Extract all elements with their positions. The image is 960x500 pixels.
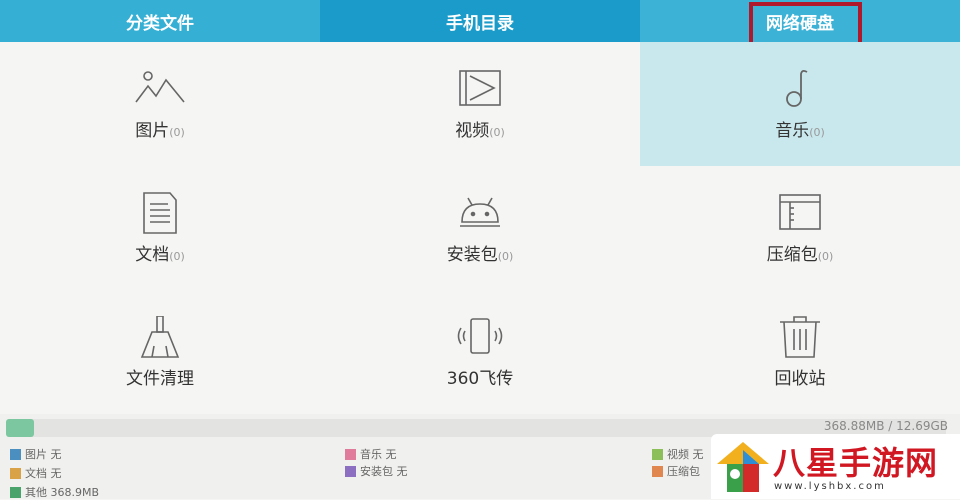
category-images[interactable]: 图片(0): [0, 42, 320, 166]
category-documents[interactable]: 文档(0): [0, 166, 320, 290]
category-videos[interactable]: 视频(0): [320, 42, 640, 166]
music-icon: [786, 69, 808, 107]
file-cleanup[interactable]: 文件清理: [0, 290, 320, 414]
category-label: 压缩包: [766, 245, 818, 265]
category-count: (0): [169, 126, 185, 139]
trash-icon: [780, 316, 820, 358]
category-label: 文档: [135, 245, 170, 265]
document-icon: [143, 192, 177, 234]
category-label: 回收站: [774, 369, 826, 389]
legend-item: 视频 无: [652, 446, 704, 462]
legend-swatch: [652, 448, 663, 460]
image-icon: [135, 71, 185, 103]
legend-item: 文档 无: [10, 465, 62, 481]
category-count: (0): [169, 250, 185, 263]
legend-item: 图片 无: [10, 446, 62, 462]
category-count: (0): [489, 126, 505, 139]
android-icon: [460, 197, 500, 227]
legend-item: 安装包 无: [345, 463, 408, 479]
category-apk[interactable]: 安装包(0): [320, 166, 640, 290]
archive-icon: [779, 194, 821, 230]
legend-swatch: [345, 465, 356, 477]
tab-categorized-files[interactable]: 分类文件: [0, 0, 320, 42]
broom-icon: [140, 316, 180, 358]
watermark-text: 八星手游网: [773, 444, 939, 482]
storage-capacity: 368.88MB / 12.69GB: [823, 419, 948, 433]
category-label: 音乐: [775, 121, 810, 141]
category-count: (0): [817, 250, 834, 263]
watermark-logo: 八星手游网 www.lyshbx.com: [711, 434, 960, 499]
transfer-360[interactable]: 360飞传: [320, 290, 640, 414]
storage-bar-fill: [6, 419, 35, 437]
category-music[interactable]: 音乐(0): [640, 42, 960, 166]
watermark-url: www.lyshbx.com: [774, 481, 886, 492]
logo-icon: [717, 442, 769, 492]
legend-swatch: [10, 448, 21, 460]
legend-swatch: [10, 467, 21, 479]
category-grid: 图片(0) 视频(0) 音乐(0) 文档(0) 安装包(0) 压缩包(0) 文件…: [0, 42, 960, 414]
legend-item: 音乐 无: [345, 446, 397, 462]
legend-swatch: [345, 448, 356, 460]
legend-item: 其他 368.9MB: [10, 484, 99, 500]
category-label: 文件清理: [126, 369, 194, 389]
legend-swatch: [10, 486, 21, 498]
tab-phone-directory[interactable]: 手机目录: [320, 0, 640, 42]
category-count: (0): [497, 250, 514, 263]
recycle-bin[interactable]: 回收站: [640, 290, 960, 414]
legend-item: 压缩包: [652, 463, 700, 479]
video-icon: [459, 70, 501, 106]
category-label: 安装包: [446, 245, 498, 265]
category-label: 360飞传: [446, 369, 514, 389]
legend-swatch: [652, 465, 663, 477]
category-label: 图片: [135, 121, 170, 141]
category-label: 视频: [455, 121, 490, 141]
phone-transfer-icon: [457, 318, 503, 354]
category-count: (0): [809, 126, 825, 139]
category-archives[interactable]: 压缩包(0): [640, 166, 960, 290]
